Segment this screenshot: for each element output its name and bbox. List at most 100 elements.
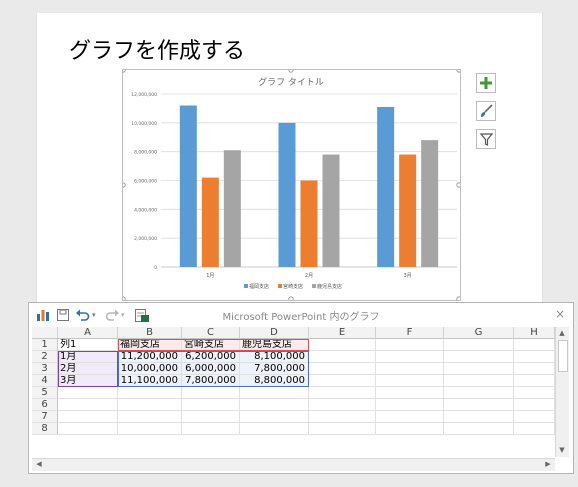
spreadsheet-cell[interactable]	[444, 387, 514, 399]
select-all-corner[interactable]	[32, 327, 58, 339]
vertical-scrollbar[interactable]: ▲ ▼	[555, 327, 569, 457]
spreadsheet-cell[interactable]	[444, 339, 514, 351]
bar[interactable]	[201, 177, 219, 267]
spreadsheet-cell[interactable]: 10,000,000	[118, 363, 182, 375]
chart-title[interactable]: グラフ タイトル	[258, 76, 324, 88]
spreadsheet-cell[interactable]	[514, 339, 555, 351]
spreadsheet-cell[interactable]: 鹿児島支店	[240, 339, 309, 351]
spreadsheet-cell[interactable]	[182, 411, 240, 423]
spreadsheet-cell[interactable]: 福岡支店	[118, 339, 182, 351]
spreadsheet-cell[interactable]	[309, 339, 376, 351]
spreadsheet-cell[interactable]	[182, 387, 240, 399]
spreadsheet-cell[interactable]: 1月	[58, 351, 118, 363]
row-header[interactable]: 3	[32, 363, 58, 375]
resize-handle[interactable]	[123, 296, 126, 300]
resize-handle[interactable]	[456, 182, 460, 188]
spreadsheet-cell[interactable]	[309, 363, 376, 375]
spreadsheet-cell[interactable]	[376, 363, 444, 375]
column-header[interactable]: F	[376, 327, 444, 339]
spreadsheet-cell[interactable]	[514, 387, 555, 399]
spreadsheet-cell[interactable]	[118, 387, 182, 399]
column-header[interactable]: H	[514, 327, 555, 339]
spreadsheet-cell[interactable]	[514, 411, 555, 423]
scroll-down-icon[interactable]: ▼	[556, 445, 568, 456]
spreadsheet-cell[interactable]	[240, 387, 309, 399]
resize-handle[interactable]	[288, 296, 294, 300]
spreadsheet-cell[interactable]	[376, 423, 444, 435]
spreadsheet-cell[interactable]: 6,200,000	[182, 351, 240, 363]
add-chart-element-button[interactable]	[476, 73, 496, 93]
spreadsheet-cell[interactable]: 7,800,000	[240, 363, 309, 375]
spreadsheet-cell[interactable]	[444, 423, 514, 435]
chart-styles-button[interactable]	[476, 101, 496, 121]
spreadsheet-cell[interactable]: 11,100,000	[118, 375, 182, 387]
spreadsheet-cell[interactable]	[444, 363, 514, 375]
resize-handle[interactable]	[456, 70, 460, 73]
row-header[interactable]: 5	[32, 387, 58, 399]
spreadsheet-cell[interactable]	[58, 399, 118, 411]
spreadsheet-cell[interactable]: 8,800,000	[240, 375, 309, 387]
spreadsheet-cell[interactable]	[514, 363, 555, 375]
spreadsheet-cell[interactable]: 宮崎支店	[182, 339, 240, 351]
spreadsheet-cell[interactable]	[240, 399, 309, 411]
horizontal-scrollbar[interactable]: ◀ ▶	[32, 458, 555, 471]
resize-handle[interactable]	[456, 296, 460, 300]
spreadsheet-cell[interactable]	[118, 399, 182, 411]
row-header[interactable]: 6	[32, 399, 58, 411]
spreadsheet-cell[interactable]	[514, 423, 555, 435]
spreadsheet-cell[interactable]	[376, 411, 444, 423]
legend-entry[interactable]: 宮崎支店	[283, 283, 303, 290]
column-header[interactable]: A	[58, 327, 118, 339]
bar[interactable]	[399, 154, 417, 267]
spreadsheet-cell[interactable]	[58, 423, 118, 435]
spreadsheet-cell[interactable]	[309, 351, 376, 363]
scroll-right-icon[interactable]: ▶	[542, 459, 554, 470]
spreadsheet-cell[interactable]	[444, 411, 514, 423]
bar[interactable]	[421, 140, 439, 267]
spreadsheet-cell[interactable]	[240, 423, 309, 435]
column-header[interactable]: E	[309, 327, 376, 339]
close-button[interactable]: ×	[555, 307, 565, 321]
row-header[interactable]: 4	[32, 375, 58, 387]
spreadsheet-cell[interactable]	[376, 351, 444, 363]
spreadsheet-cell[interactable]	[118, 423, 182, 435]
row-header[interactable]: 1	[32, 339, 58, 351]
resize-handle[interactable]	[288, 70, 294, 73]
resize-handle[interactable]	[123, 70, 126, 73]
row-header[interactable]: 8	[32, 423, 58, 435]
spreadsheet-cell[interactable]	[376, 399, 444, 411]
spreadsheet-cell[interactable]	[514, 351, 555, 363]
spreadsheet-cell[interactable]: 3月	[58, 375, 118, 387]
spreadsheet-cell[interactable]	[309, 387, 376, 399]
bar[interactable]	[223, 150, 241, 267]
spreadsheet-cell[interactable]: 7,800,000	[182, 375, 240, 387]
bar[interactable]	[377, 106, 395, 267]
spreadsheet-cell[interactable]	[444, 351, 514, 363]
row-header[interactable]: 2	[32, 351, 58, 363]
spreadsheet-cell[interactable]	[514, 399, 555, 411]
spreadsheet-cell[interactable]	[309, 411, 376, 423]
spreadsheet-cell[interactable]	[182, 423, 240, 435]
spreadsheet-cell[interactable]: 6,000,000	[182, 363, 240, 375]
spreadsheet-cell[interactable]	[182, 399, 240, 411]
bar[interactable]	[179, 105, 197, 268]
column-header[interactable]: D	[240, 327, 309, 339]
bar[interactable]	[322, 154, 340, 267]
column-header[interactable]: C	[182, 327, 240, 339]
chart[interactable]: グラフ タイトル 12,000,000 10,000,000 8,000,000 6,0…	[122, 69, 461, 301]
column-header[interactable]: B	[118, 327, 182, 339]
column-header[interactable]: G	[444, 327, 514, 339]
spreadsheet-cell[interactable]	[309, 375, 376, 387]
bar[interactable]	[278, 122, 296, 267]
chart-filters-button[interactable]	[476, 129, 496, 149]
spreadsheet-cell[interactable]	[58, 387, 118, 399]
spreadsheet-cell[interactable]: 2月	[58, 363, 118, 375]
spreadsheet-cell[interactable]	[376, 339, 444, 351]
scroll-left-icon[interactable]: ◀	[33, 459, 45, 470]
spreadsheet-cell[interactable]	[444, 375, 514, 387]
legend-entry[interactable]: 鹿児島支店	[317, 283, 342, 290]
spreadsheet-cell[interactable]	[58, 411, 118, 423]
legend-entry[interactable]: 福岡支店	[249, 283, 269, 290]
spreadsheet-cell[interactable]	[240, 411, 309, 423]
row-header[interactable]: 7	[32, 411, 58, 423]
